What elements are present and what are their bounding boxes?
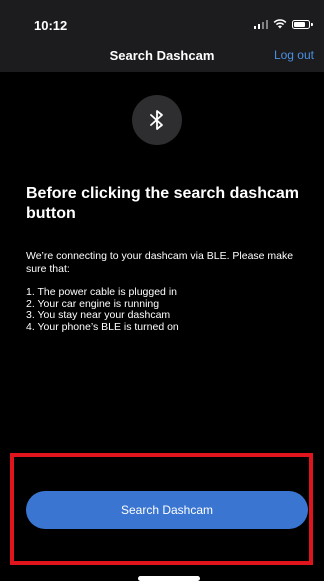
cellular-signal-icon <box>253 19 268 29</box>
wifi-icon <box>273 19 287 29</box>
bluetooth-icon <box>150 110 163 130</box>
checklist-item: 4. Your phone’s BLE is turned on <box>26 320 179 333</box>
battery-icon <box>292 20 313 29</box>
intro-text: We’re connecting to your dashcam via BLE… <box>26 250 294 275</box>
checklist-item: 3. You stay near your dashcam <box>26 309 171 321</box>
status-icons <box>253 19 313 29</box>
bluetooth-badge <box>132 95 182 145</box>
status-time: 10:12 <box>34 18 68 33</box>
checklist: 1. The power cable is plugged in 2. Your… <box>26 286 316 333</box>
search-dashcam-button[interactable]: Search Dashcam <box>26 491 308 529</box>
instructions-heading: Before clicking the search dashcam butto… <box>26 185 299 222</box>
home-indicator <box>138 576 200 581</box>
top-bar: 10:12 Search Dashcam Log out <box>0 0 324 72</box>
checklist-item: 1. The power cable is plugged in <box>26 286 177 298</box>
logout-button[interactable]: Log out <box>274 48 314 62</box>
